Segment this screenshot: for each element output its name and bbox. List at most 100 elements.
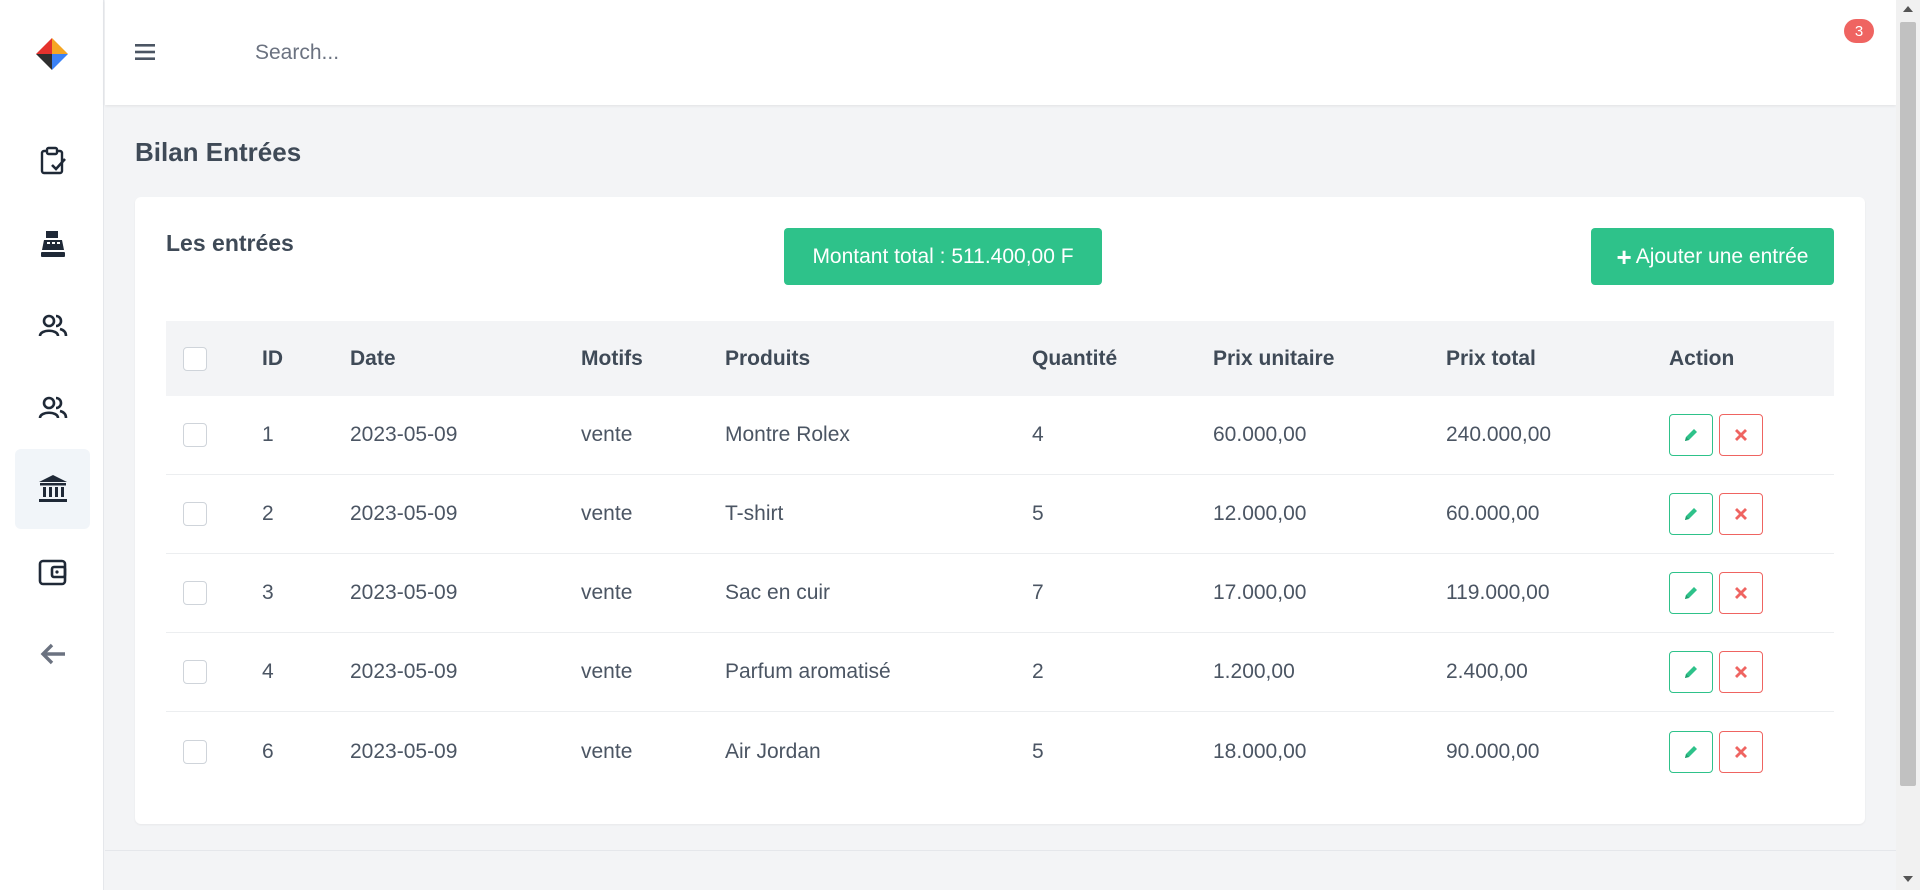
sidebar [0,0,104,890]
cell-prix-unitaire: 18.000,00 [1213,739,1307,763]
cell-id: 2 [262,502,274,525]
row-checkbox[interactable] [183,739,207,764]
cell-motif: vente [581,660,633,683]
delete-button[interactable] [1719,572,1763,614]
column-header-produits[interactable]: Produits [725,321,810,396]
delete-button[interactable] [1719,493,1763,535]
entries-card: Les entrées Montant total : 511.400,00 F… [135,197,1865,824]
table-header: ID Date Motifs Produits Quantité Prix un… [166,321,1834,396]
cell-prix-unitaire: 1.200,00 [1213,660,1295,683]
edit-button[interactable] [1669,730,1713,773]
cell-produit: Montre Rolex [725,423,850,446]
table-body: 1 2023-05-09 vente Montre Rolex 4 60.000… [166,396,1834,791]
menu-toggle-button[interactable] [133,40,157,64]
edit-button[interactable] [1669,572,1713,614]
scroll-down-arrow-icon[interactable] [1903,876,1913,882]
clipboard-check-icon [40,146,66,175]
cell-quantite: 5 [1032,502,1044,525]
sidebar-item-wallet[interactable] [15,532,90,612]
cell-id: 6 [262,739,274,763]
add-entry-button[interactable]: + Ajouter une entrée [1591,228,1834,285]
cell-date: 2023-05-09 [350,660,458,683]
sidebar-item-tasks[interactable] [15,121,90,201]
cell-prix-unitaire: 17.000,00 [1213,581,1307,604]
search-input[interactable] [255,33,855,73]
page-scrollbar[interactable] [1896,0,1920,890]
close-icon [1735,508,1747,520]
arrow-left-icon [40,643,65,665]
select-all-checkbox[interactable] [183,346,207,371]
edit-button[interactable] [1669,493,1713,535]
edit-button[interactable] [1669,651,1713,693]
table-row: 1 2023-05-09 vente Montre Rolex 4 60.000… [166,396,1834,475]
column-header-motifs[interactable]: Motifs [581,321,643,396]
cell-motif: vente [581,739,633,763]
table-row: 4 2023-05-09 vente Parfum aromatisé 2 1.… [166,633,1834,712]
pencil-icon [1685,745,1697,758]
close-icon [1735,666,1747,678]
delete-button[interactable] [1719,651,1763,693]
sidebar-item-suppliers[interactable] [15,368,90,448]
row-checkbox[interactable] [183,660,207,684]
sidebar-item-cash-register[interactable] [15,204,90,284]
cell-produit: Sac en cuir [725,581,831,604]
cell-produit: Parfum aromatisé [725,660,891,683]
cell-date: 2023-05-09 [350,502,458,525]
delete-button[interactable] [1719,730,1763,773]
cell-prix-total: 240.000,00 [1446,423,1552,446]
cell-prix-total: 2.400,00 [1446,660,1528,683]
cell-motif: vente [581,423,633,446]
close-icon [1735,745,1747,758]
table-row: 2 2023-05-09 vente T-shirt 5 12.000,00 6… [166,475,1834,554]
bank-icon [38,475,67,502]
notification-badge[interactable]: 3 [1844,19,1874,43]
cell-quantite: 4 [1032,423,1044,446]
delete-button[interactable] [1719,414,1763,456]
pencil-icon [1685,666,1697,678]
entries-table: ID Date Motifs Produits Quantité Prix un… [166,321,1834,791]
cell-prix-total: 60.000,00 [1446,502,1540,525]
close-icon [1735,429,1747,441]
scrollbar-thumb[interactable] [1900,22,1916,786]
pencil-icon [1685,508,1697,520]
cell-motif: vente [581,502,633,525]
cell-prix-total: 119.000,00 [1446,581,1550,604]
pencil-icon [1685,587,1697,599]
users-icon [38,396,67,419]
column-header-prix-total[interactable]: Prix total [1446,321,1536,396]
cell-produit: T-shirt [725,502,784,525]
wallet-icon [38,559,66,586]
column-header-prix-unitaire[interactable]: Prix unitaire [1213,321,1334,396]
cell-produit: Air Jordan [725,739,821,763]
cell-id: 4 [262,660,274,683]
close-icon [1735,587,1747,599]
cell-quantite: 2 [1032,660,1044,683]
hamburger-icon [135,44,155,60]
edit-button[interactable] [1669,414,1713,456]
app-logo[interactable] [34,36,70,72]
cell-date: 2023-05-09 [350,739,458,763]
column-header-action: Action [1669,346,1735,370]
sidebar-item-bank[interactable] [15,449,90,529]
cell-id: 3 [262,581,274,604]
cell-date: 2023-05-09 [350,423,458,446]
top-navbar: 3 [105,0,1896,105]
column-header-quantite[interactable]: Quantité [1032,321,1117,396]
cell-motif: vente [581,581,633,604]
row-checkbox[interactable] [183,581,207,605]
cell-quantite: 5 [1032,739,1044,763]
footer-divider [105,850,1896,851]
sidebar-item-clients[interactable] [15,286,90,366]
cell-prix-unitaire: 12.000,00 [1213,502,1307,525]
sidebar-collapse-button[interactable] [15,614,90,694]
cell-id: 1 [262,423,274,446]
total-amount-badge: Montant total : 511.400,00 F [784,228,1102,285]
cash-register-icon [40,231,65,257]
column-header-id[interactable]: ID [262,321,283,396]
column-header-date[interactable]: Date [350,321,396,396]
cell-quantite: 7 [1032,581,1044,604]
card-title: Les entrées [166,230,294,256]
row-checkbox[interactable] [183,502,207,526]
row-checkbox[interactable] [183,423,207,447]
scroll-up-arrow-icon[interactable] [1903,6,1913,12]
